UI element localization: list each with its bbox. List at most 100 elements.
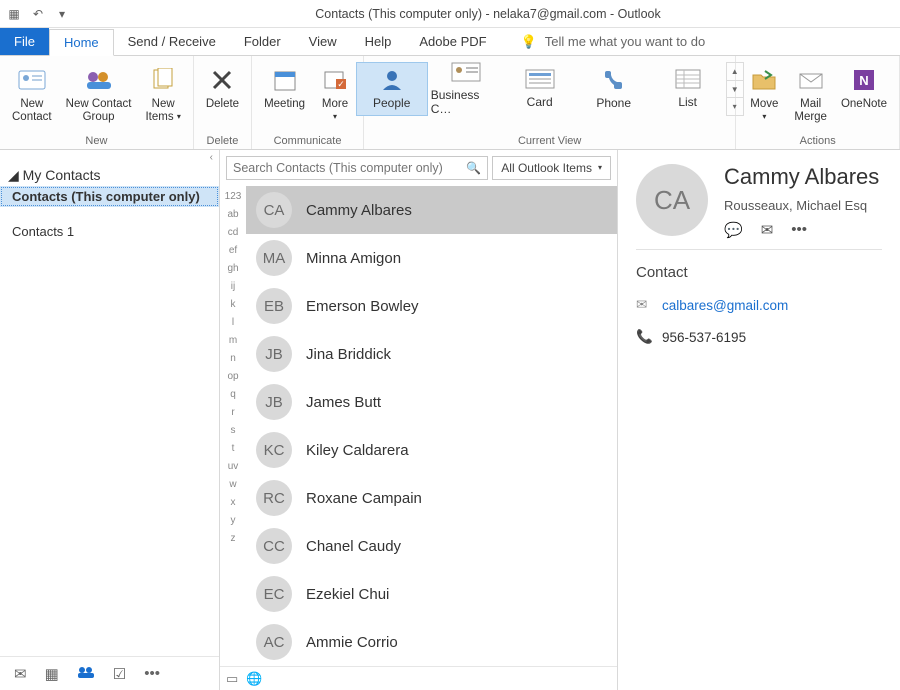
alpha-index-item[interactable]: z [231,530,236,548]
onenote-button[interactable]: N OneNote [835,62,893,113]
tab-adobe-pdf[interactable]: Adobe PDF [405,28,500,55]
contact-avatar-large: CA [636,164,708,236]
folder-move-icon [748,64,780,96]
alpha-index-item[interactable]: s [231,422,236,440]
more-actions-icon[interactable]: ••• [791,221,807,239]
move-button[interactable]: Move▾ [742,62,786,126]
main-area: ‹ ◢ My Contacts Contacts (This computer … [0,150,900,690]
tab-folder[interactable]: Folder [230,28,295,55]
alpha-index-item[interactable]: ij [231,278,235,296]
alpha-index-item[interactable]: uv [228,458,239,476]
search-input[interactable] [233,161,466,175]
view-list-button[interactable]: List [652,62,724,116]
new-items-button[interactable]: New Items ▾ [139,62,186,126]
search-icon[interactable]: 🔍 [466,161,481,175]
alpha-index-item[interactable]: l [232,314,234,332]
contact-list-name: Ammie Corrio [306,634,398,651]
calendar-module-icon[interactable]: ▦ [45,665,59,683]
alpha-index-item[interactable]: k [231,296,236,314]
alpha-index-item[interactable]: cd [228,224,239,242]
contact-email-link[interactable]: calbares@gmail.com [662,298,788,313]
view-card-label: Card [527,95,553,109]
alpha-index-item[interactable]: r [231,404,234,422]
contact-avatar-small: AC [256,624,292,660]
alpha-index-item[interactable]: q [230,386,236,404]
alpha-index-item[interactable]: y [231,512,236,530]
view-business-card-button[interactable]: Business C… [430,62,502,116]
tab-help[interactable]: Help [351,28,406,55]
alpha-index-item[interactable]: ab [227,206,238,224]
alpha-index-item[interactable]: x [231,494,236,512]
collapse-nav-icon[interactable]: ‹ [0,150,219,165]
contact-list-item[interactable]: ECEzekiel Chui [246,570,617,618]
contact-list-item[interactable]: EBEmerson Bowley [246,282,617,330]
nav-item-contacts-1[interactable]: Contacts 1 [0,221,219,242]
contact-phone-row: 📞 956-537-6195 [636,329,882,345]
new-contact-button[interactable]: New Contact [6,62,58,126]
delete-label: Delete [206,98,239,111]
mail-merge-button[interactable]: Mail Merge [788,62,833,126]
tasks-module-icon[interactable]: ☑ [113,665,126,683]
chat-icon[interactable]: 💬 [724,221,743,239]
contact-list-item[interactable]: AC Ammie Corrio [246,618,617,666]
tell-me-search[interactable]: 💡 Tell me what you want to do [521,28,706,55]
contact-list-item[interactable]: KCKiley Caldarera [246,426,617,474]
view-phone-button[interactable]: Phone [578,62,650,116]
window-title: Contacts (This computer only) - nelaka7@… [76,7,900,21]
delete-button[interactable]: Delete [200,62,245,113]
contact-list-pane: 🔍 All Outlook Items ▾ 123abcdefghijklmno… [220,150,618,690]
meeting-button[interactable]: Meeting [258,62,311,113]
ribbon: New Contact New Contact Group New Items … [0,56,900,150]
contacts-list[interactable]: CACammy AlbaresMAMinna AmigonEBEmerson B… [246,186,617,666]
new-contact-group-button[interactable]: New Contact Group [60,62,138,126]
alpha-index-item[interactable]: 123 [225,188,242,206]
list-footer: ▭ 🌐 [220,666,617,690]
nav-header-my-contacts[interactable]: ◢ My Contacts [0,165,219,186]
search-scope-dropdown[interactable]: All Outlook Items ▾ [492,156,611,180]
alpha-index-item[interactable]: m [229,332,237,350]
tab-send-receive[interactable]: Send / Receive [114,28,230,55]
navigation-pane: ‹ ◢ My Contacts Contacts (This computer … [0,150,220,690]
email-icon[interactable]: ✉ [761,221,774,239]
more-modules-icon[interactable]: ••• [144,665,160,682]
view-card-button[interactable]: Card [504,62,576,116]
contact-list-name: Kiley Caldarera [306,442,409,459]
tab-file[interactable]: File [0,28,49,55]
more-button[interactable]: ✓ More▾ [313,62,357,126]
contact-list-item[interactable]: JBJina Briddick [246,330,617,378]
nav-item-contacts-local[interactable]: Contacts (This computer only) [0,186,219,207]
contact-list-item[interactable]: RCRoxane Campain [246,474,617,522]
contact-phone-value: 956-537-6195 [662,330,746,345]
contact-avatar-small: JB [256,336,292,372]
contact-list-item[interactable]: CCChanel Caudy [246,522,617,570]
reading-pane: CA Cammy Albares Rousseaux, Michael Esq … [618,150,900,690]
tab-view[interactable]: View [295,28,351,55]
alpha-index-item[interactable]: n [230,350,236,368]
globe-footer-icon[interactable]: 🌐 [246,671,262,687]
alpha-index-item[interactable]: op [227,368,238,386]
delete-x-icon [206,64,238,96]
title-bar: ▦ ↶ ▾ Contacts (This computer only) - ne… [0,0,900,28]
alpha-index[interactable]: 123abcdefghijklmnopqrstuvwxyz [220,186,246,666]
view-people-button[interactable]: People [356,62,428,116]
customize-qat-icon[interactable]: ▾ [54,6,70,22]
tab-home[interactable]: Home [49,29,114,56]
alpha-index-item[interactable]: gh [227,260,238,278]
contact-avatar-small: CC [256,528,292,564]
contact-avatar-small: RC [256,480,292,516]
contact-list-name: Cammy Albares [306,202,412,219]
mail-module-icon[interactable]: ✉ [14,665,27,683]
alpha-index-item[interactable]: t [232,440,235,458]
svg-text:✓: ✓ [337,79,345,89]
undo-icon[interactable]: ↶ [30,6,46,22]
contact-list-item[interactable]: CACammy Albares [246,186,617,234]
contact-avatar-small: JB [256,384,292,420]
alpha-index-item[interactable]: w [229,476,236,494]
contact-list-item[interactable]: JBJames Butt [246,378,617,426]
alpha-index-item[interactable]: ef [229,242,237,260]
contact-card-footer-icon[interactable]: ▭ [226,671,238,687]
people-module-icon[interactable] [77,665,95,683]
contact-list-item[interactable]: MAMinna Amigon [246,234,617,282]
quick-access-icon[interactable]: ▦ [6,6,22,22]
search-contacts-box[interactable]: 🔍 [226,156,488,180]
